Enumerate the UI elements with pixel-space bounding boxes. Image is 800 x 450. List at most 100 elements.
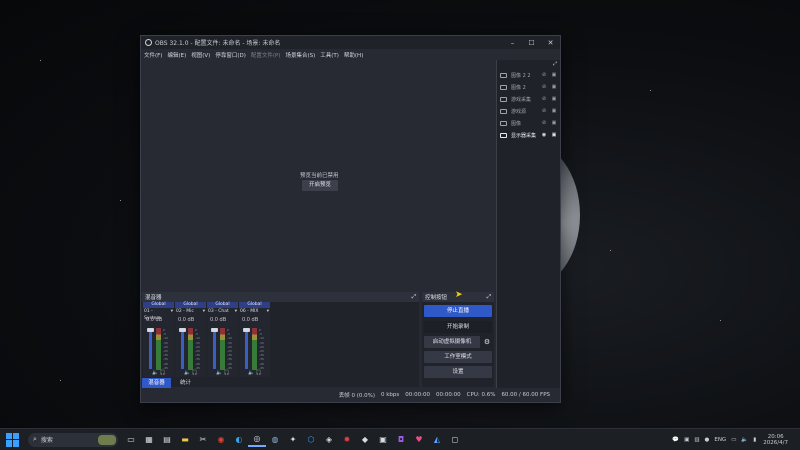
lock-icon[interactable]: ▣ [551, 108, 557, 114]
source-item[interactable]: 显示器采集 ◉ ▣ [497, 129, 560, 141]
obs-icon[interactable]: ◎ [248, 433, 266, 447]
tray-app-icon[interactable]: ▣ [684, 437, 689, 443]
fader-handle[interactable] [147, 328, 154, 332]
clock[interactable]: 20:06 2026/4/7 [763, 434, 788, 446]
volume-fader[interactable] [181, 329, 184, 369]
lock-icon[interactable]: ▣ [551, 72, 557, 78]
widgets-icon[interactable]: ▦ [140, 433, 158, 447]
fader-handle[interactable] [243, 328, 250, 332]
menu-profile[interactable]: 配置文件(P) [251, 51, 281, 59]
source-item[interactable]: 游戏采集 ⊘ ▣ [497, 93, 560, 105]
undock-icon[interactable]: ⤢ [487, 294, 491, 301]
star [720, 320, 721, 321]
steam-icon[interactable]: ◍ [266, 433, 284, 447]
undock-icon[interactable]: ⤢ [412, 294, 416, 301]
start-recording-button[interactable]: 开始录制 [424, 321, 492, 333]
app-icon[interactable]: ◈ [320, 433, 338, 447]
menu-view[interactable]: 视图(V) [191, 51, 210, 59]
menu-edit[interactable]: 编辑(E) [167, 51, 186, 59]
task-view-icon[interactable]: ▭ [122, 433, 140, 447]
chrome-icon[interactable]: ◉ [212, 433, 230, 447]
lock-icon[interactable]: ▣ [551, 120, 557, 126]
capcut-icon[interactable]: ✂ [194, 433, 212, 447]
chevron-down-icon[interactable]: ▾ [203, 308, 205, 315]
status-bar: 丢帧 0 (0.0%) 0 kbps 00:00:00 00:00:00 CPU… [141, 388, 560, 402]
visibility-hidden-icon[interactable]: ⊘ [541, 108, 547, 114]
source-item[interactable]: 图像 2 2 ⊘ ▣ [497, 69, 560, 81]
file-explorer-icon[interactable]: ▬ [176, 433, 194, 447]
speaker-icon[interactable]: 🔈 [184, 370, 190, 376]
terminal-icon[interactable]: ▤ [158, 433, 176, 447]
visibility-hidden-icon[interactable]: ⊘ [541, 84, 547, 90]
menu-tools[interactable]: 工具(T) [320, 51, 339, 59]
channel-name[interactable]: 06 - MIX [240, 308, 259, 315]
chat-icon[interactable]: 💬 [672, 437, 679, 443]
speaker-icon[interactable]: 🔈 [152, 370, 158, 376]
enable-preview-button[interactable]: 开启预览 [302, 180, 338, 191]
menu-docks[interactable]: 停靠窗口(D) [215, 51, 246, 59]
headphones-icon[interactable]: 🎧 [224, 370, 230, 376]
app-icon[interactable]: ✦ [284, 433, 302, 447]
menu-help[interactable]: 帮助(H) [344, 51, 363, 59]
edge-icon[interactable]: ◐ [230, 433, 248, 447]
visibility-hidden-icon[interactable]: ⊘ [541, 72, 547, 78]
app-icon[interactable]: ⬡ [302, 433, 320, 447]
channel-name[interactable]: 01 - System [144, 308, 171, 321]
source-item[interactable]: 图像 ⊘ ▣ [497, 117, 560, 129]
visibility-hidden-icon[interactable]: ⊘ [541, 96, 547, 102]
volume-meter [220, 328, 225, 370]
volume-fader[interactable] [149, 329, 152, 369]
battery-icon[interactable]: ▮ [753, 437, 756, 443]
menu-file[interactable]: 文件(F) [144, 51, 162, 59]
headphones-icon[interactable]: 🎧 [192, 370, 198, 376]
microphone-icon[interactable]: ● [705, 437, 710, 443]
channel-name[interactable]: 03 - Chat [208, 308, 229, 315]
chevron-down-icon[interactable]: ▾ [267, 308, 269, 315]
app-icon[interactable]: ▣ [374, 433, 392, 447]
visibility-icon[interactable]: ◉ [541, 132, 547, 138]
app-icon[interactable]: ◘ [392, 433, 410, 447]
settings-button[interactable]: 设置 [424, 366, 492, 378]
source-item[interactable]: 图像 2 ⊘ ▣ [497, 81, 560, 93]
speaker-icon[interactable]: 🔈 [248, 370, 254, 376]
start-virtual-camera-button[interactable]: 启动虚拟摄像机 [424, 336, 480, 348]
lock-icon[interactable]: ▣ [551, 132, 557, 138]
star [60, 380, 61, 381]
chevron-down-icon[interactable]: ▾ [171, 308, 173, 315]
windows-start-button[interactable] [6, 432, 20, 447]
stop-streaming-button[interactable]: 停止直播 [424, 305, 492, 317]
app-icon[interactable]: ✹ [338, 433, 356, 447]
app-icon[interactable]: ◭ [428, 433, 446, 447]
mixer-channel: Global 02 - Mic ▾ 0.0 dB 0 -5 -10 -15 -20 -25-… [175, 302, 206, 377]
app-icon[interactable]: ♥ [410, 433, 428, 447]
language-indicator[interactable]: ENG [714, 437, 726, 443]
headphones-icon[interactable]: 🎧 [160, 370, 166, 376]
lock-icon[interactable]: ▣ [551, 96, 557, 102]
minimize-button[interactable]: – [503, 39, 522, 47]
visibility-hidden-icon[interactable]: ⊘ [541, 120, 547, 126]
display-icon[interactable]: ▭ [731, 437, 736, 443]
app-icon[interactable]: ◻ [446, 433, 464, 447]
close-button[interactable]: ✕ [541, 39, 560, 47]
volume-fader[interactable] [245, 329, 248, 369]
volume-icon[interactable]: 🔈 [741, 437, 748, 443]
network-icon[interactable]: ▥ [694, 437, 699, 443]
volume-fader[interactable] [213, 329, 216, 369]
taskbar-search[interactable]: ⌕ 搜索 [28, 432, 118, 447]
app-icon[interactable]: ◆ [356, 433, 374, 447]
menu-scene-collection[interactable]: 场景集合(S) [285, 51, 315, 59]
source-item[interactable]: 游戏源 ⊘ ▣ [497, 105, 560, 117]
studio-mode-button[interactable]: 工作室模式 [424, 351, 492, 363]
undock-icon[interactable]: ⤢ [553, 61, 557, 68]
lock-icon[interactable]: ▣ [551, 84, 557, 90]
headphones-icon[interactable]: 🎧 [256, 370, 262, 376]
fader-handle[interactable] [211, 328, 218, 332]
channel-db: 0.0 dB [178, 317, 195, 323]
chevron-down-icon[interactable]: ▾ [235, 308, 237, 315]
channel-name[interactable]: 02 - Mic [176, 308, 194, 315]
maximize-button[interactable]: ☐ [522, 39, 541, 47]
fader-handle[interactable] [179, 328, 186, 332]
speaker-icon[interactable]: 🔈 [216, 370, 222, 376]
gear-icon[interactable]: ⚙ [482, 336, 492, 348]
fps: 60.00 / 60.00 FPS [501, 392, 550, 398]
